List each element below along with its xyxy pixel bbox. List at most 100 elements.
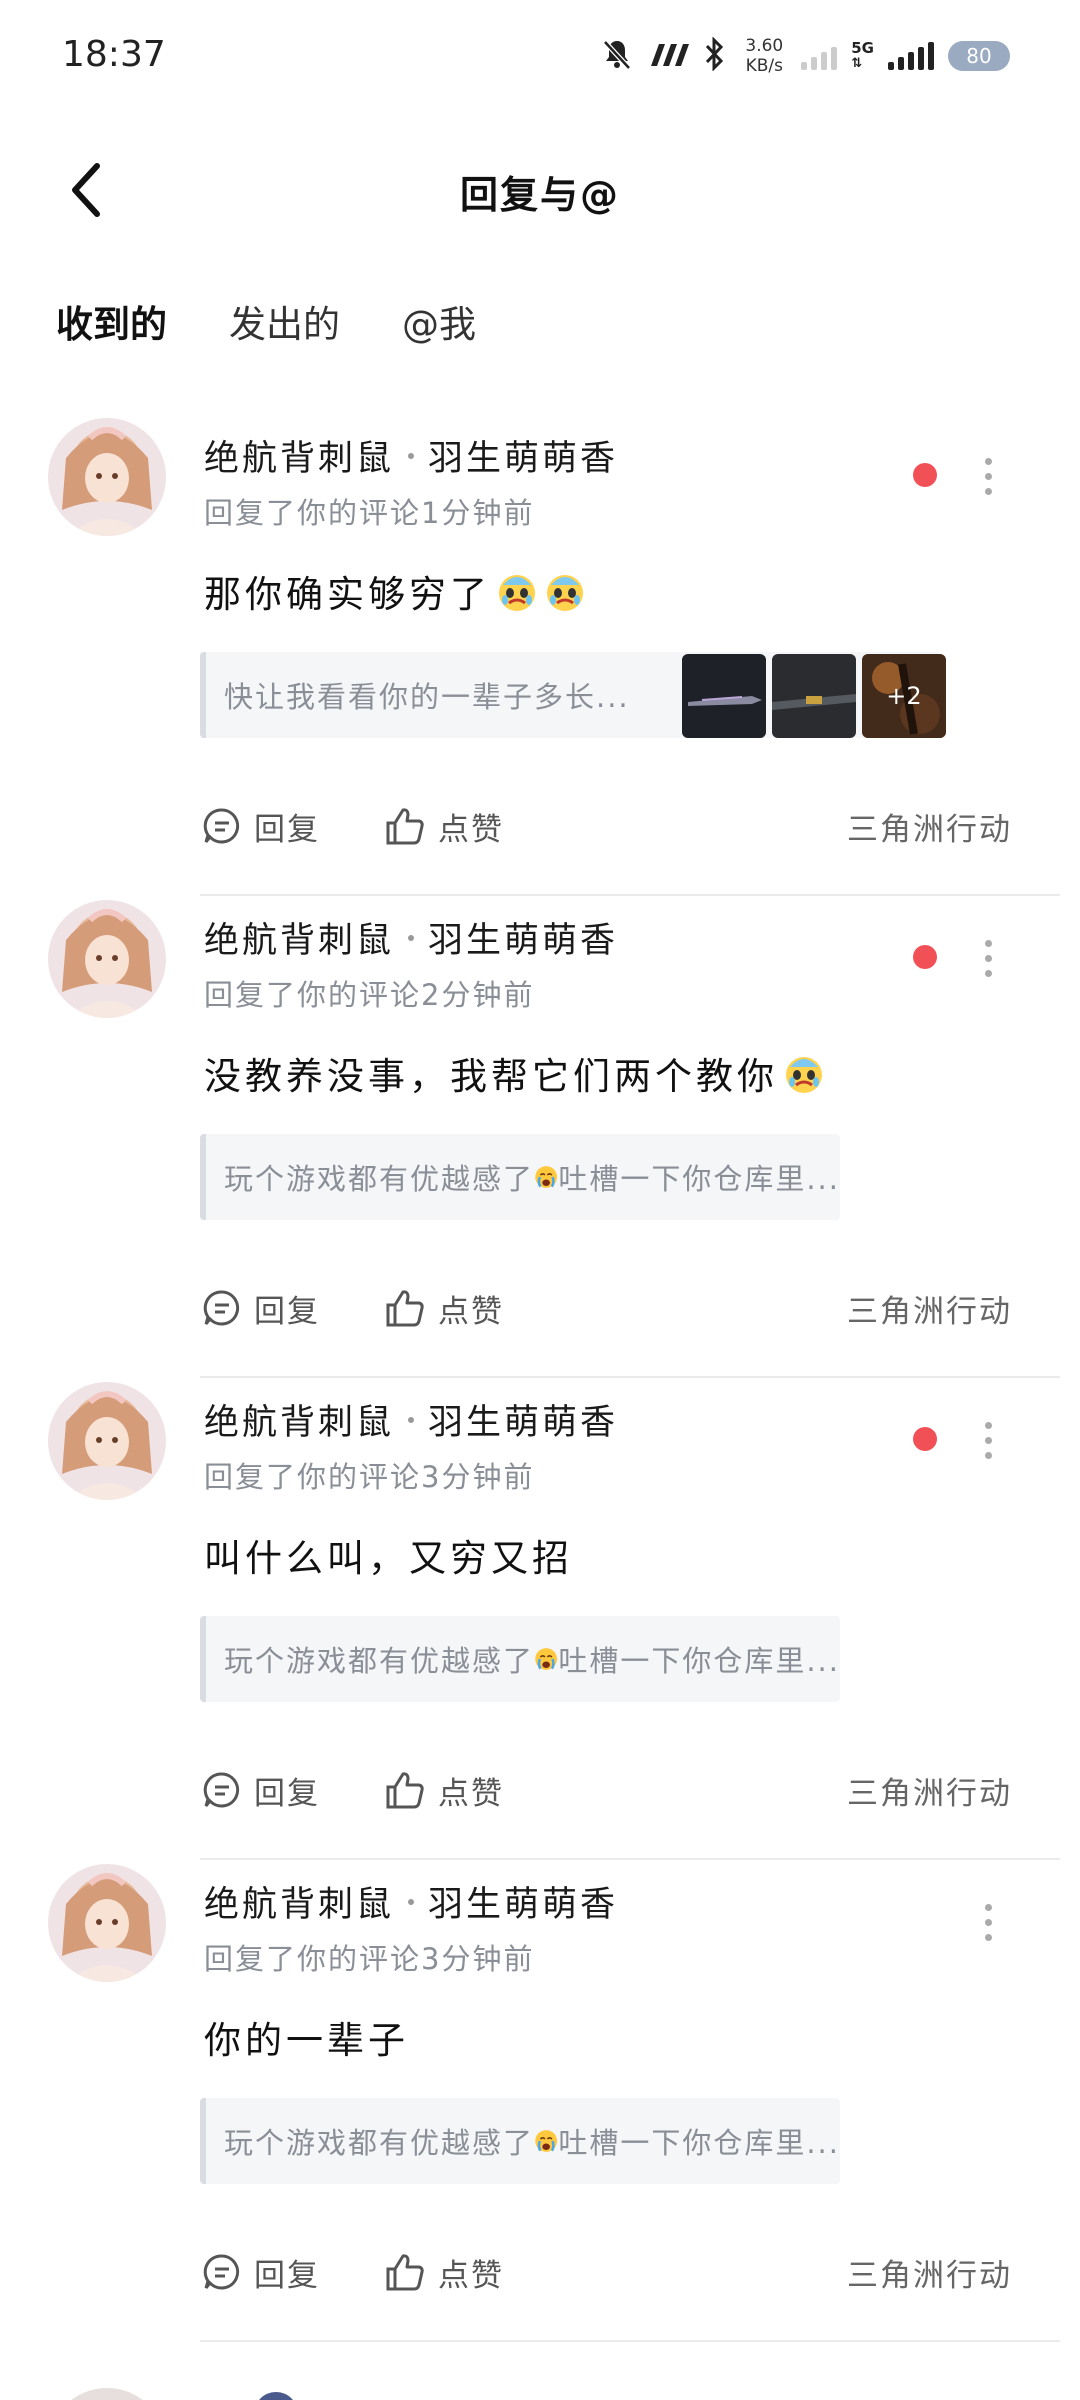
avatar[interactable] <box>48 418 166 536</box>
quote-text-start: 玩个游戏都有优越感了 <box>224 1162 535 1196</box>
tab-mentions[interactable]: @我 <box>402 286 476 366</box>
more-options-button[interactable] <box>970 446 1006 506</box>
action-bar: 回复 点赞 三角洲行动 <box>202 1760 1022 1820</box>
reply-label: 回复 <box>254 1775 320 1812</box>
image-thumbnail[interactable] <box>772 654 856 738</box>
quote-text-end: 吐槽一下你仓库里... <box>558 1644 840 1678</box>
notification-item[interactable]: 绝航背刺鼠 羽生萌萌香 回复了你的评论3分钟前 你的一辈子 玩个游戏都有优越感了… <box>0 1864 1080 2346</box>
notification-item[interactable]: 绝航背刺鼠 羽生萌萌香 回复了你的评论1分钟前 那你确实够穷了 快让我看看你的一… <box>0 418 1080 900</box>
crying-face-emoji-icon <box>535 1648 558 1670</box>
author-name: 绝航背刺鼠 <box>204 439 395 479</box>
user-badge-next-item <box>254 2392 298 2400</box>
tab-received-label: 收到的 <box>56 303 167 346</box>
tab-received[interactable]: 收到的 <box>56 286 167 366</box>
avatar[interactable] <box>48 1382 166 1500</box>
avatar[interactable] <box>48 900 166 1018</box>
network-speed-value: 3.60 <box>745 36 784 56</box>
comment-icon <box>203 2254 240 2290</box>
quoted-comment[interactable]: 玩个游戏都有优越感了 吐槽一下你仓库里... <box>200 1134 840 1220</box>
comment-icon <box>203 1290 240 1326</box>
action-bar: 回复 点赞 三角洲行动 <box>202 1278 1022 1338</box>
like-button[interactable]: 点赞 <box>384 2250 504 2295</box>
tab-sent-label: 发出的 <box>229 303 340 346</box>
game-source-link[interactable]: 三角洲行动 <box>847 804 1012 849</box>
more-options-button[interactable] <box>970 1410 1006 1470</box>
like-button[interactable]: 点赞 <box>384 1286 504 1331</box>
author-name-secondary: 羽生萌萌香 <box>428 1885 619 1925</box>
notification-item[interactable]: 绝航背刺鼠 羽生萌萌香 回复了你的评论2分钟前 没教养没事，我帮它们两个教你 玩… <box>0 900 1080 1382</box>
notification-item[interactable]: 绝航背刺鼠 羽生萌萌香 回复了你的评论3分钟前 叫什么叫，又穷又招 玩个游戏都有… <box>0 1382 1080 1864</box>
reply-button[interactable]: 回复 <box>202 804 320 849</box>
header: 回复与@ <box>0 130 1080 250</box>
reply-text: 没教养没事，我帮它们两个教你 <box>204 1055 778 1098</box>
comment-icon <box>203 808 240 844</box>
tab-sent[interactable]: 发出的 <box>229 286 340 366</box>
bluetooth-icon <box>703 36 727 75</box>
reply-label: 回复 <box>254 811 320 848</box>
unread-dot <box>913 945 937 969</box>
crying-face-emoji-icon <box>535 2130 558 2152</box>
carrier-logo-icon <box>649 40 690 72</box>
more-options-button[interactable] <box>970 928 1006 988</box>
separator-dot <box>408 452 415 459</box>
battery-level: 80 <box>966 44 992 68</box>
author-row[interactable]: 绝航背刺鼠 羽生萌萌香 <box>204 1394 618 1445</box>
network-5g-indicator: 5G ⇅ <box>851 39 874 71</box>
author-name: 绝航背刺鼠 <box>204 1885 395 1925</box>
cry-smile-emoji-icon <box>547 575 583 611</box>
divider <box>200 2340 1060 2342</box>
avatar-next-item[interactable] <box>48 2388 166 2400</box>
avatar[interactable] <box>48 1864 166 1982</box>
separator-dot <box>408 1898 415 1905</box>
author-name: 绝航背刺鼠 <box>204 921 395 961</box>
reply-button[interactable]: 回复 <box>202 1768 320 1813</box>
status-bar: 18:37 3.60 KB/s 5G ⇅ 80 <box>0 0 1080 110</box>
quoted-images: +2 <box>682 654 946 738</box>
author-name-secondary: 羽生萌萌香 <box>428 921 619 961</box>
like-button[interactable]: 点赞 <box>384 804 504 849</box>
crying-face-emoji-icon <box>535 1166 558 1188</box>
author-row[interactable]: 绝航背刺鼠 羽生萌萌香 <box>204 1876 618 1927</box>
network-speed-unit: KB/s <box>745 56 784 76</box>
reply-meta: 回复了你的评论3分钟前 <box>204 1942 535 1976</box>
like-label: 点赞 <box>438 2257 504 2294</box>
image-thumbnail[interactable] <box>682 654 766 738</box>
reply-content: 叫什么叫，又穷又招 <box>204 1528 573 1582</box>
thumbs-up-icon <box>386 2254 424 2291</box>
game-source-link[interactable]: 三角洲行动 <box>847 2250 1012 2295</box>
author-row[interactable]: 绝航背刺鼠 羽生萌萌香 <box>204 430 618 481</box>
image-thumbnail-more[interactable]: +2 <box>862 654 946 738</box>
bell-mute-icon <box>599 36 635 76</box>
game-source-link[interactable]: 三角洲行动 <box>847 1286 1012 1331</box>
comment-icon <box>203 1772 240 1808</box>
reply-meta: 回复了你的评论2分钟前 <box>204 978 535 1012</box>
divider <box>200 1376 1060 1378</box>
network-speed: 3.60 KB/s <box>745 36 783 76</box>
more-images-count: +2 <box>886 682 922 710</box>
quote-text-start: 玩个游戏都有优越感了 <box>224 1644 535 1678</box>
more-options-button[interactable] <box>970 1892 1006 1952</box>
signal-2-icon <box>888 42 934 70</box>
thumbs-up-icon <box>386 808 424 845</box>
reply-button[interactable]: 回复 <box>202 1286 320 1331</box>
page-title: 回复与@ <box>459 173 620 217</box>
author-row[interactable]: 绝航背刺鼠 羽生萌萌香 <box>204 912 618 963</box>
quoted-comment[interactable]: 玩个游戏都有优越感了 吐槽一下你仓库里... <box>200 2098 840 2184</box>
reply-content: 你的一辈子 <box>204 2010 409 2064</box>
reply-meta: 回复了你的评论1分钟前 <box>204 496 535 530</box>
tab-bar: 收到的 发出的 @我 <box>56 286 476 366</box>
reply-button[interactable]: 回复 <box>202 2250 320 2295</box>
quoted-comment-text: 玩个游戏都有优越感了 吐槽一下你仓库里... <box>224 2120 840 2162</box>
like-label: 点赞 <box>438 811 504 848</box>
like-button[interactable]: 点赞 <box>384 1768 504 1813</box>
divider <box>200 894 1060 896</box>
like-label: 点赞 <box>438 1293 504 1330</box>
reply-meta: 回复了你的评论3分钟前 <box>204 1460 535 1494</box>
reply-text: 你的一辈子 <box>204 2019 409 2062</box>
tab-mentions-label: @我 <box>402 303 476 346</box>
quoted-comment-text: 玩个游戏都有优越感了 吐槽一下你仓库里... <box>224 1638 840 1680</box>
reply-text: 叫什么叫，又穷又招 <box>204 1537 573 1580</box>
quoted-comment[interactable]: 玩个游戏都有优越感了 吐槽一下你仓库里... <box>200 1616 840 1702</box>
game-source-link[interactable]: 三角洲行动 <box>847 1768 1012 1813</box>
quote-text-end: 吐槽一下你仓库里... <box>558 2126 840 2160</box>
